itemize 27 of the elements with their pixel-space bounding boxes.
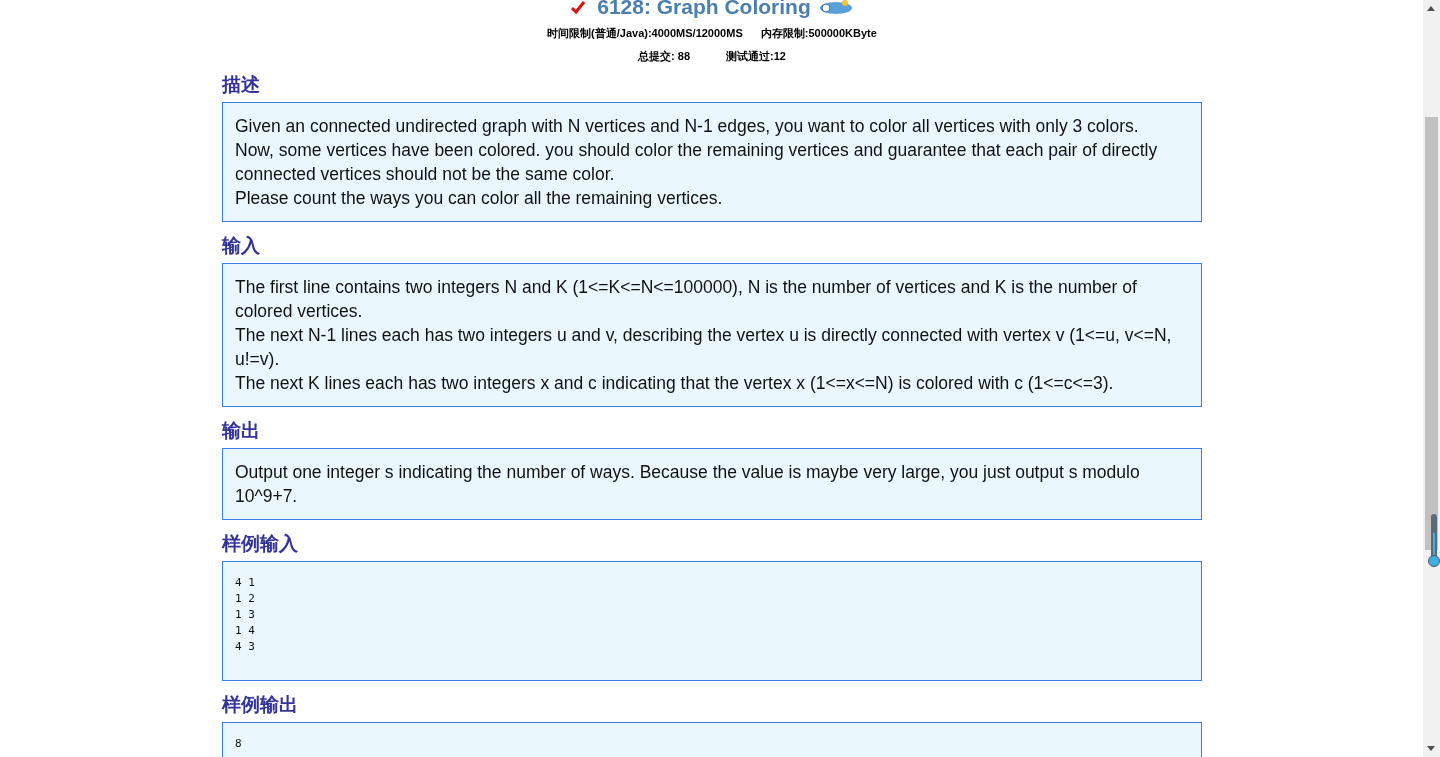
submission-count: 总提交: 88 [638, 49, 691, 64]
section-heading: 描述 [222, 74, 261, 96]
memory-limit: 内存限制:500000KByte [760, 26, 877, 41]
sample-line: 1 4 [235, 623, 256, 639]
sample-line: 4 3 [235, 639, 256, 655]
section-heading: 输出 [222, 420, 261, 442]
scroll-thumb[interactable] [1425, 117, 1438, 550]
section-heading: 样例输入 [222, 533, 299, 555]
paragraph: Now, some vertices have been colored. you should color the remaining vertices and guarantee that each pair of directly connected vertices should not be the same color. [235, 139, 1159, 186]
paragraph: The next N-1 lines each has two integers u and v, describing the vertex u is directly connected with vertex v (1<=u, v<=N, u!=v). [235, 324, 1173, 371]
sample-line: 4 1 [235, 575, 256, 591]
time-limit: 时间限制(普通/Java):4000MS/12000MS [547, 26, 743, 41]
paragraph: Output one integer s indicating the number of ways. Because the value is maybe very large, you just output s modulo 10^9+7. [235, 461, 1141, 508]
thermometer-icon [1428, 513, 1440, 569]
paragraph: The next K lines each has two integers x and c indicating that the vertex x (1<=x<=N) is colored with c (1<=c<=3). [235, 372, 1115, 395]
paragraph: Please count the ways you can color all the remaining vertices. [235, 187, 724, 210]
scroll-up-icon[interactable] [1427, 6, 1435, 11]
accepted-count: 测试通过:12 [726, 49, 786, 64]
section-heading: 输入 [222, 235, 261, 257]
sample-line: 1 3 [235, 607, 256, 623]
sample-line: 1 2 [235, 591, 256, 607]
section-heading: 样例输出 [222, 694, 299, 716]
paragraph: The first line contains two integers N and K (1<=K<=N<=100000), N is the number of vertices and K is the number of colored vertices. [235, 276, 1138, 323]
scrollbar[interactable] [1423, 0, 1440, 757]
sample-line: 8 [235, 736, 243, 752]
paragraph: Given an connected undirected graph with N vertices and N-1 edges, you want to color all vertices with only 3 colors. [235, 115, 1140, 138]
scroll-down-icon[interactable] [1427, 746, 1435, 751]
